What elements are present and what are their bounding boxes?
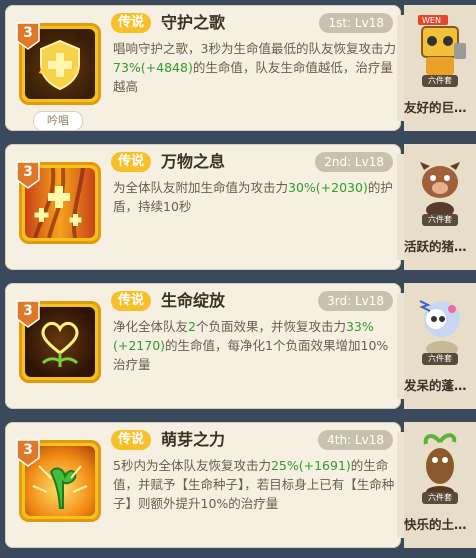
- skill-rank: 3rd: Lv18: [318, 291, 393, 311]
- set-item-name: 友好的巨…: [404, 100, 467, 115]
- skill-level-badge: 3: [15, 160, 41, 190]
- set-badge: 六件套: [422, 75, 458, 87]
- set-badge: 六件套: [422, 492, 458, 504]
- skill-rank: 2nd: Lv18: [315, 152, 393, 172]
- set-badge: 六件套: [422, 214, 458, 226]
- skill-level-badge: 3: [15, 21, 41, 51]
- skill-level-badge: 3: [15, 438, 41, 468]
- skill-description: 5秒内为全体队友恢复攻击力25%(+1691)的生命值，并赋予【生命种子】，若目…: [113, 458, 395, 511]
- rarity-tag: 传说: [111, 152, 152, 172]
- set-badge: 六件套: [422, 353, 458, 365]
- skill-level-badge: 3: [15, 299, 41, 329]
- skill-card[interactable]: 3 吟唱 传说 守护之歌 1st: Lv18 唱响守护之歌，3秒为生命值最低的队…: [5, 5, 409, 131]
- rarity-tag: 传说: [111, 430, 152, 450]
- svg-text:WEN: WEN: [422, 16, 441, 25]
- skill-name: 萌芽之力: [161, 430, 226, 449]
- rarity-tag: 传说: [111, 13, 152, 33]
- set-item-card[interactable]: 六件套 快乐的土…: [404, 422, 476, 548]
- set-item-card[interactable]: 六件套 活跃的猪…: [404, 144, 476, 270]
- rarity-tag: 传说: [111, 291, 152, 311]
- set-item-name: 发呆的蓬…: [404, 378, 467, 393]
- skill-name: 生命绽放: [161, 291, 226, 310]
- boar-figure-icon: [412, 152, 470, 222]
- fluffy-creature-figure-icon: [412, 291, 470, 361]
- skill-card[interactable]: 3 传说 生命绽放 3rd: Lv18 净化全体队友2个负面效果，并恢复攻击力3…: [5, 283, 409, 409]
- skill-name: 守护之歌: [161, 13, 226, 32]
- set-item-card[interactable]: WEN 六件套 友好的巨…: [404, 5, 476, 131]
- skill-description: 为全体队友附加生命值为攻击力30%(+2030)的护盾，持续10秒: [113, 180, 393, 214]
- set-item-name: 快乐的土…: [404, 517, 467, 532]
- sprout-creature-figure-icon: [412, 430, 470, 500]
- skill-name: 万物之息: [161, 152, 226, 171]
- skill-rank: 1st: Lv18: [319, 13, 393, 33]
- set-item-name: 活跃的猪…: [404, 239, 467, 254]
- skill-card[interactable]: 3 传说 萌芽之力 4th: Lv18 5秒内为全体队友恢复攻击力25%(+16…: [5, 422, 409, 548]
- skill-card[interactable]: 3 传说 万物之息 2nd: Lv18 为全体队友附加生命值为攻击力30%(+2…: [5, 144, 409, 270]
- set-item-card[interactable]: 六件套 发呆的蓬…: [404, 283, 476, 409]
- robot-figure-icon: WEN: [412, 13, 470, 83]
- skill-description: 唱响守护之歌，3秒为生命值最低的队友恢复攻击力73%(+4848)的生命值，队友…: [113, 41, 396, 94]
- skill-description: 净化全体队友2个负面效果，并恢复攻击力33%(+2170)的生命值，每净化1个负…: [113, 319, 389, 372]
- chant-label: 吟唱: [33, 111, 83, 131]
- skill-rank: 4th: Lv18: [318, 430, 393, 450]
